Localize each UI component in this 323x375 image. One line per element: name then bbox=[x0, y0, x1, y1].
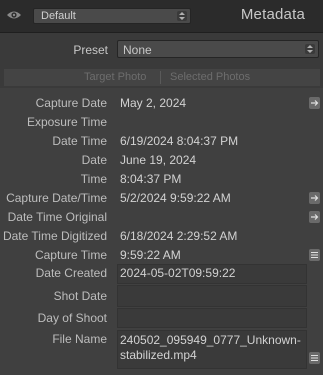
field-label: Capture Time bbox=[34, 248, 107, 262]
up-down-arrows-icon bbox=[177, 11, 187, 21]
field-label: File Name bbox=[52, 332, 107, 346]
up-down-arrows-icon bbox=[305, 44, 315, 54]
preset-select[interactable]: None bbox=[117, 40, 319, 58]
field-row-date-time-original: Date Time Original bbox=[0, 208, 323, 226]
field-row-capture-time: Capture Time 9:59:22 AM bbox=[0, 246, 323, 264]
field-row-date-time-digitized: Date Time Digitized 6/18/2024 2:29:52 AM bbox=[0, 227, 323, 245]
field-value[interactable]: 6/18/2024 2:29:52 AM bbox=[120, 229, 237, 243]
field-label: Exposure Time bbox=[26, 115, 107, 129]
list-icon[interactable] bbox=[309, 249, 320, 261]
field-row-file-name: File Name 240502_095949_0777_Unknown- st… bbox=[0, 330, 323, 370]
field-value[interactable]: June 19, 2024 bbox=[120, 153, 196, 167]
list-icon[interactable] bbox=[309, 352, 320, 364]
field-label: Date Time Digitized bbox=[2, 229, 107, 243]
preset-label: Preset bbox=[73, 43, 108, 57]
preset-value: None bbox=[123, 43, 152, 57]
field-value[interactable]: May 2, 2024 bbox=[120, 96, 186, 110]
field-label: Capture Date bbox=[35, 96, 107, 110]
field-value[interactable]: 9:59:22 AM bbox=[120, 248, 181, 262]
tab-target-photo[interactable]: Target Photo bbox=[84, 71, 146, 83]
preset-row: Preset None bbox=[0, 40, 323, 60]
field-row-time: Time 8:04:37 PM bbox=[0, 170, 323, 188]
field-label: Date Created bbox=[35, 266, 107, 280]
tab-selected-photos[interactable]: Selected Photos bbox=[170, 71, 250, 83]
metadata-set-select[interactable]: Default bbox=[33, 8, 191, 24]
field-row-date-time: Date Time 6/19/2024 8:04:37 PM bbox=[0, 132, 323, 150]
field-label: Day of Shoot bbox=[37, 311, 107, 325]
field-row-exposure-time: Exposure Time bbox=[0, 113, 323, 131]
field-row-date-created: Date Created 2024-05-02T09:59:22 bbox=[0, 264, 323, 284]
field-row-date: Date June 19, 2024 bbox=[0, 151, 323, 169]
tab-separator bbox=[160, 71, 161, 84]
field-row-capture-date-time: Capture Date/Time 5/2/2024 9:59:22 AM bbox=[0, 189, 323, 207]
field-label: Date Time bbox=[52, 134, 107, 148]
field-label: Time bbox=[80, 172, 107, 186]
field-label: Capture Date/Time bbox=[6, 191, 107, 205]
right-arrow-icon[interactable] bbox=[309, 97, 320, 109]
file-name-line-2[interactable]: stabilized.mp4 bbox=[120, 348, 197, 362]
right-arrow-icon[interactable] bbox=[309, 192, 320, 204]
field-value[interactable]: 6/19/2024 8:04:37 PM bbox=[120, 134, 238, 148]
eye-icon[interactable] bbox=[6, 9, 22, 21]
field-value[interactable]: 2024-05-02T09:59:22 bbox=[120, 266, 235, 280]
shot-date-field[interactable] bbox=[117, 285, 307, 307]
field-label: Shot Date bbox=[53, 289, 107, 303]
field-label: Date bbox=[81, 153, 107, 167]
file-name-line-1[interactable]: 240502_095949_0777_Unknown- bbox=[120, 333, 301, 347]
field-row-day-of-shoot: Day of Shoot bbox=[0, 308, 323, 328]
field-label: Date Time Original bbox=[7, 210, 107, 224]
field-row-capture-date: Capture Date May 2, 2024 bbox=[0, 94, 323, 112]
field-value[interactable]: 8:04:37 PM bbox=[120, 172, 181, 186]
panel-header: Default Metadata bbox=[0, 0, 323, 32]
right-arrow-icon[interactable] bbox=[309, 211, 320, 223]
field-value[interactable]: 5/2/2024 9:59:22 AM bbox=[120, 191, 231, 205]
panel-title[interactable]: Metadata bbox=[241, 6, 305, 23]
field-row-shot-date: Shot Date bbox=[0, 285, 323, 307]
target-tabs: Target Photo Selected Photos bbox=[4, 69, 320, 86]
day-of-shoot-field[interactable] bbox=[117, 308, 307, 328]
metadata-set-value: Default bbox=[41, 10, 76, 22]
divider bbox=[0, 32, 323, 33]
